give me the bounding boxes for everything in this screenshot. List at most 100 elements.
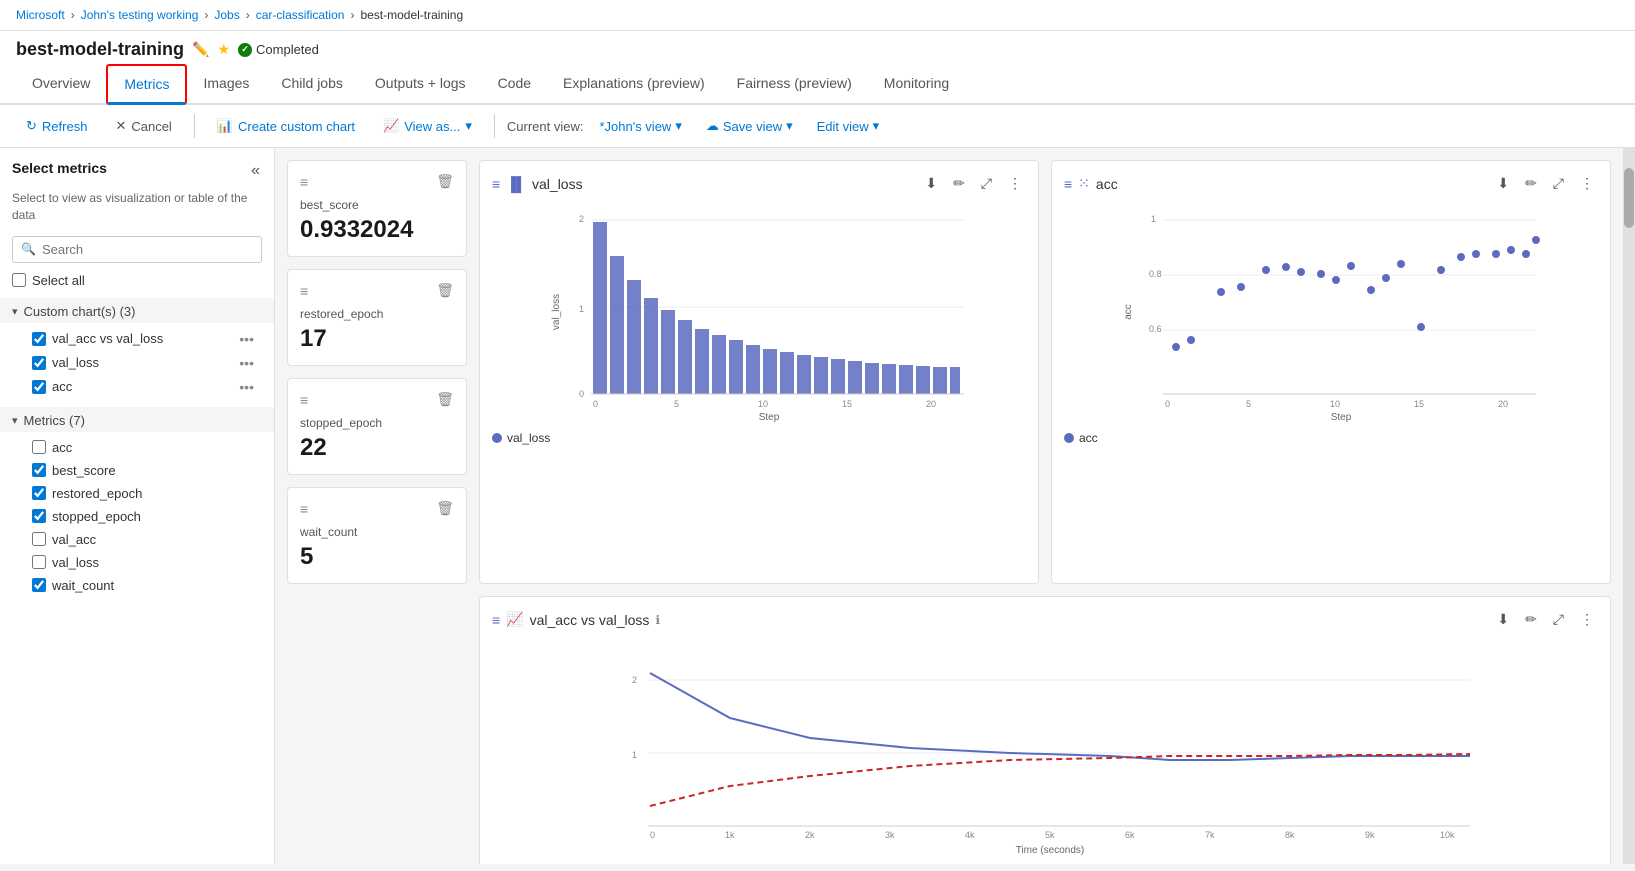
tab-metrics[interactable]: Metrics [106,64,187,105]
toolbar: ↻ Refresh ✕ Cancel 📊 Create custom chart… [0,105,1635,148]
select-all-label[interactable]: Select all [32,273,85,288]
tab-code[interactable]: Code [482,65,547,104]
view-name-text: *John's view [599,119,671,134]
metric-checkbox-val-acc[interactable] [32,532,46,546]
list-item: stopped_epoch [12,505,262,528]
refresh-button[interactable]: ↻ Refresh [16,113,97,139]
view-as-button[interactable]: 📈 View as... ▾ [373,113,482,139]
drag-icon[interactable]: ≡ [300,174,308,190]
sidebar-collapse-button[interactable]: « [249,160,262,182]
scrollbar[interactable] [1623,148,1635,864]
breadcrumb-jobs[interactable]: Jobs [214,8,239,22]
metrics-label: Metrics (7) [24,413,85,428]
sidebar-title: Select metrics [12,160,107,176]
toolbar-divider2 [494,114,495,138]
tab-fairness[interactable]: Fairness (preview) [721,65,868,104]
svg-text:0: 0 [579,389,584,399]
svg-text:7k: 7k [1205,830,1215,840]
list-item: val_acc [12,528,262,551]
chart-legend: val_loss [492,431,1026,445]
metric-card-value: 17 [300,325,454,353]
custom-item-more-1[interactable]: ••• [235,355,258,371]
view-name-dropdown[interactable]: *John's view ▾ [591,114,689,138]
more-options-icon[interactable]: ⋮ [1576,609,1598,630]
delete-icon[interactable]: 🗑 [436,391,454,408]
custom-item-more-0[interactable]: ••• [235,331,258,347]
svg-text:20: 20 [1498,399,1508,409]
chart-legend: acc [1064,431,1598,445]
edit-chart-icon[interactable]: ✏ [949,173,969,194]
tab-overview[interactable]: Overview [16,65,106,104]
edit-chart-icon[interactable]: ✏ [1521,173,1541,194]
download-icon[interactable]: ⬇ [1493,609,1513,630]
metrics-section-header[interactable]: ▾ Metrics (7) [0,407,274,432]
select-all-checkbox[interactable] [12,273,26,287]
list-item: acc ••• [12,375,262,399]
custom-item-checkbox-1[interactable] [32,356,46,370]
custom-item-label-2: acc [52,379,229,394]
create-chart-button[interactable]: 📊 Create custom chart [207,113,365,139]
drag-icon[interactable]: ≡ [300,501,308,517]
more-options-icon[interactable]: ⋮ [1576,173,1598,194]
svg-text:val_loss: val_loss [551,294,562,330]
drag-icon[interactable]: ≡ [300,283,308,299]
expand-icon[interactable]: ⤢ [977,173,996,194]
edit-chart-icon[interactable]: ✏ [1521,609,1541,630]
svg-text:2: 2 [632,675,637,685]
more-options-icon[interactable]: ⋮ [1004,173,1026,194]
svg-text:0: 0 [593,399,598,409]
chart-title: acc [1096,176,1118,192]
delete-icon[interactable]: 🗑 [436,173,454,190]
list-item: val_loss ••• [12,351,262,375]
tab-child-jobs[interactable]: Child jobs [265,65,358,104]
svg-text:0.6: 0.6 [1149,324,1162,334]
expand-icon[interactable]: ⤢ [1549,609,1568,630]
custom-charts-section-header[interactable]: ▾ Custom chart(s) (3) [0,298,274,323]
chart-drag-icon[interactable]: ≡ [492,176,500,192]
chart-card-val-loss: ≡ ▐▌ val_loss ⬇ ✏ ⤢ ⋮ val_loss [479,160,1039,584]
info-icon[interactable]: ℹ [655,613,660,627]
chart-header: ≡ ⁙ acc ⬇ ✏ ⤢ ⋮ [1064,173,1598,194]
star-icon[interactable]: ★ [217,41,230,58]
tab-outputs-logs[interactable]: Outputs + logs [359,65,482,104]
custom-item-checkbox-2[interactable] [32,380,46,394]
view-as-icon: 📈 [383,118,399,134]
metric-card-name: restored_epoch [300,307,454,321]
scrollbar-thumb[interactable] [1624,168,1634,228]
svg-text:10: 10 [758,399,768,409]
metric-checkbox-restored-epoch[interactable] [32,486,46,500]
breadcrumb-microsoft[interactable]: Microsoft [16,8,65,22]
svg-text:3k: 3k [885,830,895,840]
delete-icon[interactable]: 🗑 [436,282,454,299]
drag-icon[interactable]: ≡ [300,392,308,408]
metric-card-value: 5 [300,543,454,571]
breadcrumb-workspace[interactable]: John's testing working [81,8,199,22]
tab-monitoring[interactable]: Monitoring [868,65,965,104]
delete-icon[interactable]: 🗑 [436,500,454,517]
download-icon[interactable]: ⬇ [921,173,941,194]
chart-card-val-acc-vs-val-loss: ≡ 📈 val_acc vs val_loss ℹ ⬇ ✏ ⤢ ⋮ [479,596,1611,864]
edit-icon[interactable]: ✏️ [192,41,209,58]
metric-checkbox-stopped-epoch[interactable] [32,509,46,523]
chart-drag-icon[interactable]: ≡ [492,612,500,628]
download-icon[interactable]: ⬇ [1493,173,1513,194]
bar-chart-icon: ▐▌ [506,176,526,192]
svg-text:5: 5 [674,399,679,409]
search-input[interactable] [42,242,253,257]
metric-checkbox-acc[interactable] [32,440,46,454]
breadcrumb-experiment[interactable]: car-classification [256,8,345,22]
expand-icon[interactable]: ⤢ [1549,173,1568,194]
metric-checkbox-val-loss[interactable] [32,555,46,569]
save-view-dropdown[interactable]: ☁ Save view ▾ [698,114,801,138]
chart-drag-icon[interactable]: ≡ [1064,176,1072,192]
tab-images[interactable]: Images [187,65,265,104]
cancel-button[interactable]: ✕ Cancel [105,113,181,139]
tab-explanations[interactable]: Explanations (preview) [547,65,721,104]
metric-card-name: best_score [300,198,454,212]
metric-checkbox-best-score[interactable] [32,463,46,477]
custom-item-checkbox-0[interactable] [32,332,46,346]
top-charts-row: ≡ 🗑 best_score 0.9332024 ≡ 🗑 restored_ep… [287,160,1611,584]
metric-checkbox-wait-count[interactable] [32,578,46,592]
custom-item-more-2[interactable]: ••• [235,379,258,395]
edit-view-dropdown[interactable]: Edit view ▾ [809,114,888,138]
